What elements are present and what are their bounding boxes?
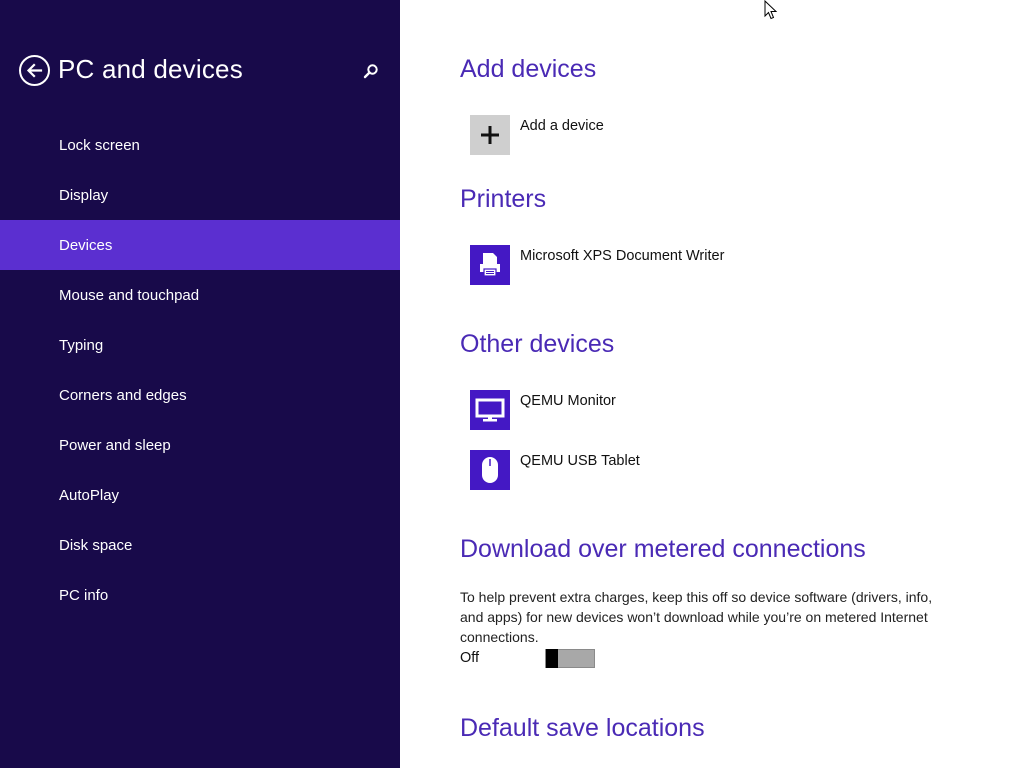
sidebar-item-power-and-sleep[interactable]: Power and sleep — [0, 420, 400, 470]
sidebar: PC and devices Lock screen Display Devic… — [0, 0, 400, 768]
add-device-button[interactable]: Add a device — [470, 115, 604, 155]
metered-toggle-state: Off — [460, 650, 480, 666]
sidebar-item-corners-and-edges[interactable]: Corners and edges — [0, 370, 400, 420]
device-label-qemu-usb-tablet: QEMU USB Tablet — [520, 453, 640, 469]
section-title-printers: Printers — [460, 185, 547, 213]
sidebar-item-disk-space[interactable]: Disk space — [0, 520, 400, 570]
page-title: PC and devices — [58, 54, 243, 84]
mouse-tile — [470, 450, 510, 490]
mouse-pointer-icon — [764, 0, 778, 20]
sidebar-item-autoplay[interactable]: AutoPlay — [0, 470, 400, 520]
back-arrow-icon — [26, 63, 43, 78]
add-device-tile — [470, 115, 510, 155]
device-label-qemu-monitor: QEMU Monitor — [520, 393, 616, 409]
search-icon — [363, 64, 378, 79]
device-item-qemu-usb-tablet[interactable]: QEMU USB Tablet — [470, 450, 640, 490]
device-item-qemu-monitor[interactable]: QEMU Monitor — [470, 390, 616, 430]
add-device-label: Add a device — [520, 118, 604, 134]
mouse-icon — [482, 457, 498, 483]
search-button[interactable] — [361, 61, 381, 81]
sidebar-item-typing[interactable]: Typing — [0, 320, 400, 370]
metered-description: To help prevent extra charges, keep this… — [460, 589, 933, 645]
section-title-add-devices: Add devices — [460, 55, 597, 83]
back-button[interactable] — [19, 55, 50, 86]
sidebar-item-display[interactable]: Display — [0, 170, 400, 220]
printer-item[interactable]: Microsoft XPS Document Writer — [470, 245, 724, 285]
monitor-tile — [470, 390, 510, 430]
monitor-icon — [475, 398, 505, 422]
printer-tile — [470, 245, 510, 285]
printer-label: Microsoft XPS Document Writer — [520, 248, 725, 264]
sidebar-item-lock-screen[interactable]: Lock screen — [0, 120, 400, 170]
plus-icon — [481, 126, 499, 144]
printer-icon — [480, 253, 500, 277]
metered-toggle[interactable] — [545, 649, 595, 668]
section-title-other-devices: Other devices — [460, 330, 615, 358]
sidebar-item-devices[interactable]: Devices — [0, 220, 400, 270]
sidebar-item-pc-info[interactable]: PC info — [0, 570, 400, 620]
section-title-default-save-locations: Default save locations — [460, 714, 705, 742]
toggle-thumb — [546, 649, 558, 668]
sidebar-item-mouse-and-touchpad[interactable]: Mouse and touchpad — [0, 270, 400, 320]
section-title-metered: Download over metered connections — [460, 535, 866, 563]
sidebar-nav: Lock screen Display Devices Mouse and to… — [0, 120, 400, 620]
